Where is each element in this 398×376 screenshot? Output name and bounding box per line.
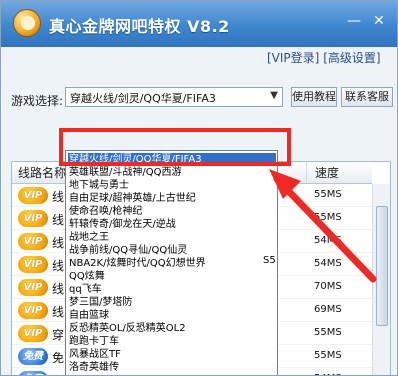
contact-service-button[interactable]: 联系客服: [341, 87, 393, 107]
row-speed-value: 54MS: [314, 235, 342, 246]
dropdown-option[interactable]: 英雄联盟/斗战神/QQ西游: [68, 166, 276, 179]
dropdown-option[interactable]: 轩辕传奇/御龙在天/逆战: [68, 218, 276, 231]
row-speed-value: 55MS: [314, 189, 342, 200]
dropdown-option[interactable]: 使命召唤/枪神纪: [68, 205, 276, 218]
game-select-dropdown-list[interactable]: 穿越火线/剑灵/QQ华夏/FIFA3 英雄联盟/斗战神/QQ西游 地下城与勇士 自由足…: [65, 150, 278, 375]
dropdown-option[interactable]: 风暴战区TF: [68, 348, 276, 361]
game-select-combobox[interactable]: 穿越火线/剑灵/QQ华夏/FIFA3 ▼: [65, 87, 283, 107]
title-bar[interactable]: 真心金牌网吧特权 V8.2 — ✕: [1, 1, 397, 47]
scrollbar-thumb[interactable]: [376, 206, 388, 326]
top-links: [VIP登录] [高级设置]: [267, 49, 381, 66]
vip-badge-icon: VIP: [18, 302, 48, 319]
dropdown-option[interactable]: qq飞车: [68, 283, 276, 296]
vip-badge-icon: VIP: [18, 210, 48, 227]
dropdown-option[interactable]: 自由篮球: [68, 309, 276, 322]
vip-badge-icon: VIP: [18, 279, 48, 296]
dropdown-option[interactable]: 跑跑卡丁车: [68, 335, 276, 348]
column-header-speed[interactable]: 速度: [306, 162, 372, 184]
dropdown-option[interactable]: 反恐精英OL/反恐精英OL2: [68, 322, 276, 335]
free-badge-icon: 免费: [18, 348, 48, 365]
vip-badge-icon: VIP: [18, 233, 48, 250]
dropdown-option[interactable]: 自由足球/超神英雄/上古世纪: [68, 192, 276, 205]
table-scrollbar[interactable]: [372, 184, 390, 375]
dropdown-option[interactable]: NBA2K/炫舞时代/QQ幻想世界: [68, 257, 276, 270]
row-speed-value: 55MS: [314, 350, 342, 361]
annotation-highlight-box: [59, 128, 291, 166]
vip-login-link[interactable]: [VIP登录]: [267, 51, 319, 65]
dropdown-option[interactable]: 战地之王: [68, 231, 276, 244]
row-speed-value: 54MS: [314, 258, 342, 269]
dropdown-option[interactable]: 洛奇英雄传: [68, 361, 276, 374]
row-speed-value: 70MS: [314, 281, 342, 292]
row-speed-value: 55MS: [314, 212, 342, 223]
dropdown-option[interactable]: 梦三国/梦塔防: [68, 296, 276, 309]
help-tutorial-button[interactable]: 使用教程: [291, 87, 337, 107]
vip-badge-icon: VIP: [18, 256, 48, 273]
dropdown-option[interactable]: 地下城与勇士: [68, 179, 276, 192]
app-logo-icon: [13, 9, 41, 37]
partial-cell-text: S5: [263, 255, 277, 267]
vip-badge-icon: VIP: [18, 187, 48, 204]
minimize-button[interactable]: —: [346, 13, 362, 29]
close-button[interactable]: ✕: [371, 13, 387, 29]
row-speed-value: 69MS: [314, 304, 342, 315]
free-badge-icon: 免费: [18, 371, 48, 375]
app-window: 真心金牌网吧特权 V8.2 — ✕ [VIP登录] [高级设置] 游戏选择: 穿…: [0, 0, 398, 376]
game-select-label: 游戏选择:: [11, 94, 64, 108]
chevron-down-icon[interactable]: ▼: [270, 90, 278, 101]
game-select-value: 穿越火线/剑灵/QQ华夏/FIFA3: [70, 92, 216, 105]
app-title: 真心金牌网吧特权 V8.2: [49, 17, 230, 36]
dropdown-option[interactable]: 战争前线/QQ寻仙/QQ仙灵: [68, 244, 276, 257]
dropdown-option[interactable]: QQ炫舞: [68, 270, 276, 283]
vip-badge-icon: VIP: [18, 325, 48, 342]
row-speed-value: 55MS: [314, 327, 342, 338]
advanced-settings-link[interactable]: [高级设置]: [323, 51, 380, 65]
